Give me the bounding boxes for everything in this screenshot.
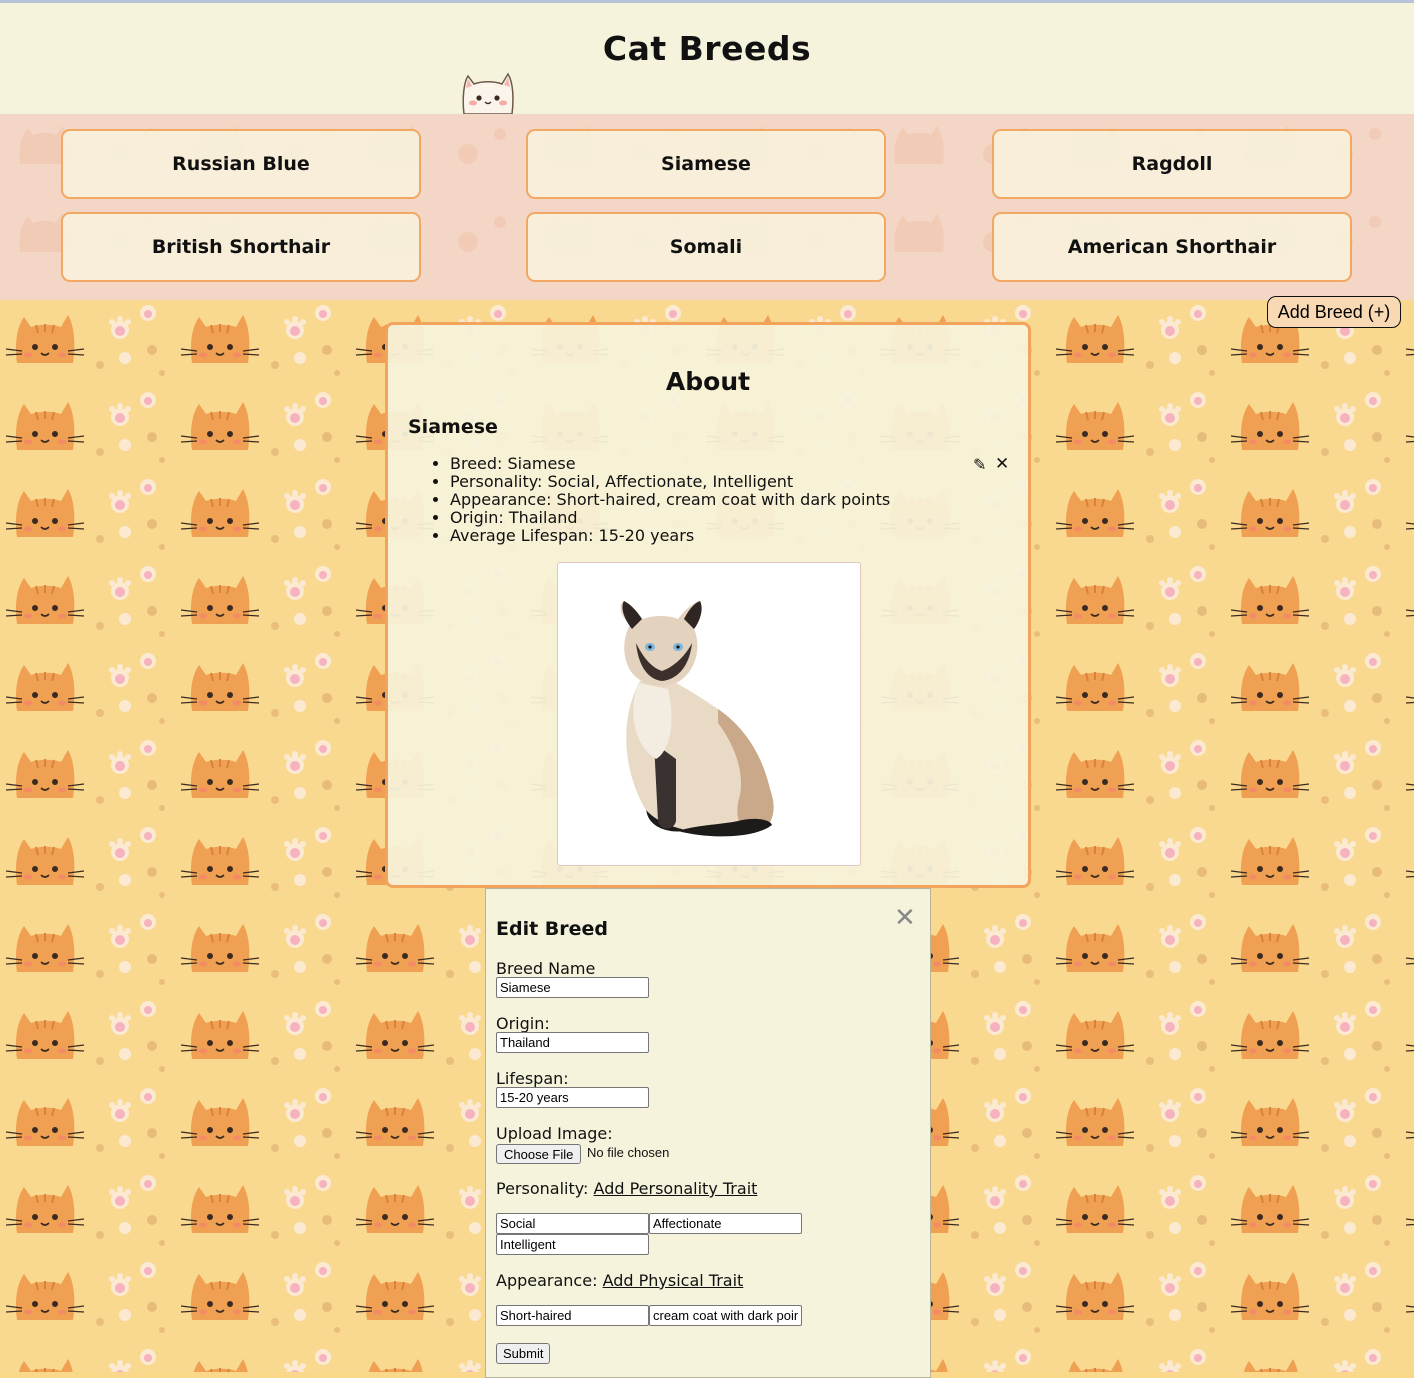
personality-trait-input[interactable] [649,1213,802,1234]
personality-row: Personality: Add Personality Trait [496,1179,757,1198]
breed-button-american-shorthair[interactable]: American Shorthair [992,212,1352,282]
file-status-text: No file chosen [587,1145,670,1160]
detail-lifespan: Average Lifespan: 15-20 years [450,527,890,545]
breed-button-somali[interactable]: Somali [526,212,886,282]
choose-file-button[interactable]: Choose File [496,1144,582,1164]
upload-image-label: Upload Image: [496,1124,613,1143]
breed-photo [557,562,861,866]
physical-trait-input[interactable] [649,1305,802,1326]
edit-pencil-icon[interactable]: ✎ [973,455,986,474]
edit-breed-panel: ✕ Edit Breed Breed Name Origin: Lifespan… [485,888,931,1378]
detail-appearance: Appearance: Short-haired, cream coat wit… [450,491,890,509]
lifespan-input[interactable] [496,1087,649,1108]
title-bar: Cat Breeds [0,3,1414,114]
close-icon[interactable]: ✕ [894,903,916,933]
detail-breed: Breed: Siamese [450,455,890,473]
cat-mascot-icon [460,72,516,116]
add-breed-button[interactable]: Add Breed (+) [1267,296,1401,328]
breed-button-british-shorthair[interactable]: British Shorthair [61,212,421,282]
physical-trait-input[interactable] [496,1305,649,1326]
breed-selector-band: Russian Blue Siamese Ragdoll British Sho… [0,114,1414,300]
submit-button[interactable]: Submit [496,1343,551,1364]
detail-origin: Origin: Thailand [450,509,890,527]
breed-button-ragdoll[interactable]: Ragdoll [992,129,1352,199]
about-card: About Siamese ✎ ✕ Breed: Siamese Persona… [385,322,1031,888]
origin-label: Origin: [496,1014,550,1033]
breed-name-input[interactable] [496,977,649,998]
siamese-cat-image [620,601,774,837]
delete-x-icon[interactable]: ✕ [995,454,1009,474]
add-personality-trait-link[interactable]: Add Personality Trait [594,1179,758,1198]
about-heading: About [665,367,751,396]
personality-trait-input[interactable] [496,1234,649,1255]
breed-details-list: Breed: Siamese Personality: Social, Affe… [408,455,890,545]
personality-label: Personality: [496,1179,589,1198]
personality-trait-input[interactable] [496,1213,649,1234]
appearance-label: Appearance: [496,1271,598,1290]
edit-breed-heading: Edit Breed [496,918,609,940]
lifespan-label: Lifespan: [496,1069,569,1088]
selected-breed-name: Siamese [408,416,498,438]
page-title: Cat Breeds [602,29,812,68]
origin-input[interactable] [496,1032,649,1053]
breed-button-russian-blue[interactable]: Russian Blue [61,129,421,199]
breed-button-siamese[interactable]: Siamese [526,129,886,199]
appearance-row: Appearance: Add Physical Trait [496,1271,743,1290]
breed-name-label: Breed Name [496,959,596,978]
detail-personality: Personality: Social, Affectionate, Intel… [450,473,890,491]
add-physical-trait-link[interactable]: Add Physical Trait [603,1271,744,1290]
